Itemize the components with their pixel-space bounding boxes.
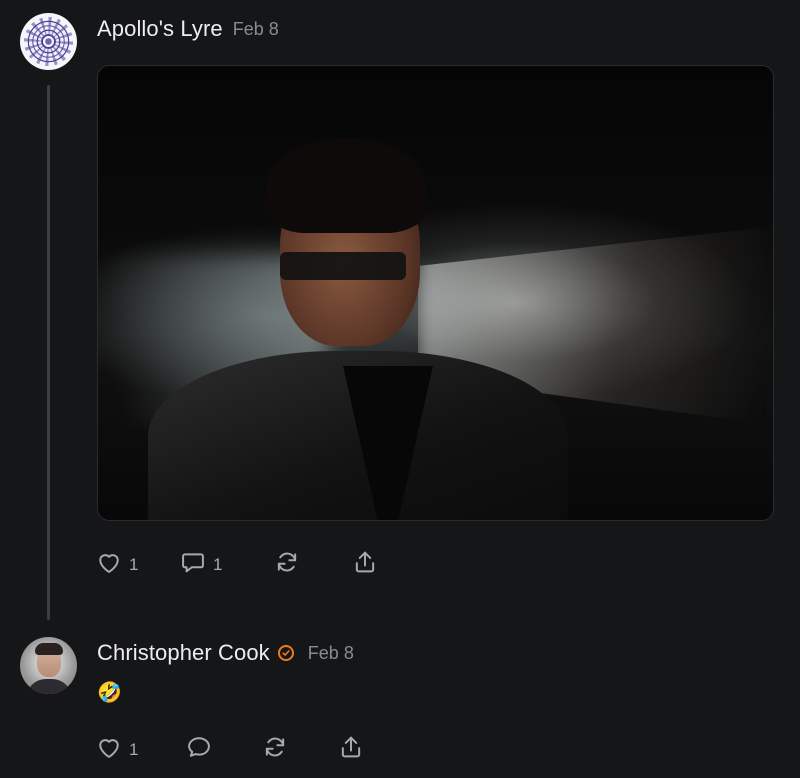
share-icon xyxy=(351,548,379,581)
thread-line xyxy=(47,85,50,620)
heart-icon xyxy=(95,548,123,581)
verified-badge-icon xyxy=(277,645,294,661)
post-date[interactable]: Feb 8 xyxy=(233,19,279,40)
author-name[interactable]: Apollo's Lyre xyxy=(97,16,223,42)
share-button[interactable] xyxy=(337,733,365,766)
comment-button[interactable]: 1 xyxy=(179,548,273,581)
repost-icon xyxy=(273,548,301,581)
repost-button[interactable] xyxy=(273,548,351,581)
author-avatar[interactable] xyxy=(20,13,77,70)
like-count: 1 xyxy=(129,739,139,759)
author-name[interactable]: Christopher Cook xyxy=(97,640,270,666)
author-avatar[interactable] xyxy=(20,637,77,694)
heart-icon xyxy=(95,733,123,766)
post-image[interactable] xyxy=(97,65,774,521)
post-header: Christopher Cook Feb 8 xyxy=(97,640,354,666)
repost-icon xyxy=(261,733,289,766)
like-button[interactable]: 1 xyxy=(95,733,185,766)
comment-icon xyxy=(179,548,207,581)
comment-count: 1 xyxy=(213,554,223,574)
post-header: Apollo's Lyre Feb 8 xyxy=(97,16,279,42)
post-date[interactable]: Feb 8 xyxy=(308,643,354,664)
post-actions: 1 xyxy=(95,733,365,766)
like-count: 1 xyxy=(129,554,139,574)
post-actions: 1 1 xyxy=(95,548,379,581)
comment-icon xyxy=(185,733,213,766)
share-icon xyxy=(337,733,365,766)
repost-button[interactable] xyxy=(261,733,337,766)
post-body: 🤣 xyxy=(97,682,122,704)
like-button[interactable]: 1 xyxy=(95,548,179,581)
comment-button[interactable] xyxy=(185,733,261,766)
share-button[interactable] xyxy=(351,548,379,581)
